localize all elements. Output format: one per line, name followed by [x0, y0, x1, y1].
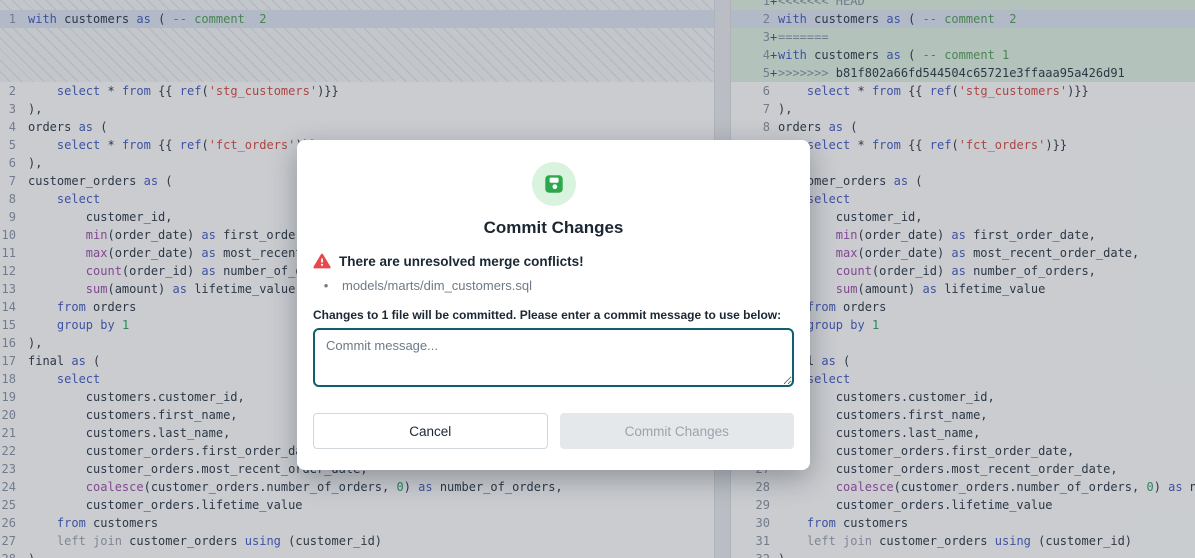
conflict-file-item: • models/marts/dim_customers.sql: [313, 278, 794, 293]
cancel-button[interactable]: Cancel: [313, 413, 548, 449]
modal-actions: Cancel Commit Changes: [313, 413, 794, 449]
warning-triangle-icon: [313, 253, 331, 269]
commit-changes-button[interactable]: Commit Changes: [560, 413, 795, 449]
commit-instruction: Changes to 1 file will be committed. Ple…: [313, 308, 794, 322]
conflict-file-path: models/marts/dim_customers.sql: [342, 278, 532, 293]
ide-screen: 1with customers as ( -- comment 22 selec…: [0, 0, 1195, 558]
merge-conflict-warning: There are unresolved merge conflicts!: [313, 253, 794, 269]
bullet-marker: •: [317, 278, 335, 293]
warning-text: There are unresolved merge conflicts!: [339, 254, 584, 269]
commit-changes-modal: Commit Changes There are unresolved merg…: [297, 140, 810, 470]
modal-title: Commit Changes: [313, 218, 794, 238]
commit-message-input[interactable]: [313, 328, 794, 387]
save-icon: [532, 162, 576, 206]
